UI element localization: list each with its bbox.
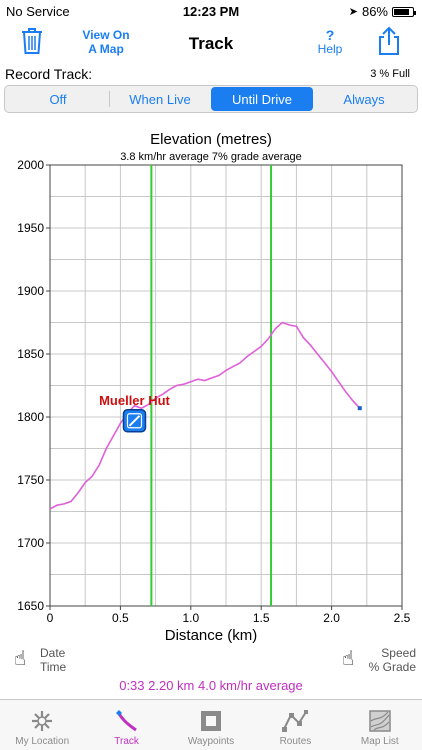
- battery-percent: 86%: [361, 4, 388, 19]
- x-tick-label: 1.5: [253, 611, 270, 625]
- help-label: Help: [317, 42, 343, 56]
- record-off-option[interactable]: Off: [7, 87, 109, 111]
- x-tick-label: 2.0: [323, 611, 340, 625]
- tab-label: Waypoints: [187, 736, 235, 747]
- hand-pointer-icon: ☝: [342, 648, 355, 670]
- tab-waypoints[interactable]: Waypoints: [169, 700, 253, 750]
- record-always-option[interactable]: Always: [313, 87, 415, 111]
- date-time-toggle[interactable]: ☝: [14, 646, 26, 671]
- track-icon: [115, 710, 137, 732]
- gear-icon: [32, 711, 53, 731]
- help-icon: ?: [325, 27, 335, 43]
- route-icon: [282, 710, 309, 732]
- speed-label: Speed: [381, 646, 416, 660]
- share-button[interactable]: [377, 26, 401, 61]
- status-bar: No Service 12:23 PM ➤ 86%: [0, 0, 422, 22]
- y-tick-label: 1750: [17, 473, 44, 487]
- tab-track[interactable]: Track: [84, 700, 168, 750]
- track-end-point: [357, 406, 362, 411]
- tab-label: Map List: [360, 736, 399, 747]
- x-axis-label: Distance (km): [165, 627, 258, 644]
- x-tick-label: 0: [47, 611, 54, 625]
- battery-icon: [392, 6, 416, 17]
- y-tick-label: 1850: [17, 347, 44, 361]
- date-time-toggle-label[interactable]: Date Time: [40, 646, 66, 674]
- nav-bar: View On A Map Track ? Help: [0, 22, 422, 64]
- time-label: Time: [40, 660, 67, 674]
- record-mode-control: Off When Live Until Drive Always: [4, 85, 418, 113]
- x-tick-label: 0.5: [112, 611, 129, 625]
- help-button[interactable]: ? Help: [310, 28, 350, 56]
- y-tick-label: 1700: [17, 536, 44, 550]
- tab-label: Routes: [279, 736, 312, 747]
- y-tick-label: 1950: [17, 221, 44, 235]
- square-icon: [201, 711, 222, 731]
- chart-annotation: Mueller Hut: [99, 393, 170, 408]
- storage-full-label: 3 % Full: [370, 68, 410, 80]
- x-tick-label: 1.0: [182, 611, 199, 625]
- y-tick-label: 1800: [17, 410, 44, 424]
- tab-map-list[interactable]: Map List: [338, 700, 422, 750]
- y-tick-label: 1650: [17, 599, 44, 613]
- tab-my-location[interactable]: My Location: [0, 700, 84, 750]
- chart-title: Elevation (metres): [150, 131, 272, 148]
- speed-grade-toggle[interactable]: ☝: [342, 646, 354, 671]
- map-icon: [369, 710, 391, 732]
- record-track-label: Record Track:: [5, 66, 93, 82]
- record-when-live-option[interactable]: When Live: [109, 87, 211, 111]
- chart-subtitle: 3.8 km/hr average 7% grade average: [120, 151, 302, 163]
- date-label: Date: [40, 646, 66, 660]
- page-title: Track: [188, 34, 234, 53]
- y-tick-label: 1900: [17, 284, 44, 298]
- tab-routes[interactable]: Routes: [253, 700, 337, 750]
- tab-label: My Location: [15, 736, 70, 747]
- speed-grade-toggle-label[interactable]: Speed % Grade: [369, 646, 416, 674]
- grade-label: % Grade: [368, 660, 416, 674]
- y-tick-label: 2000: [17, 158, 44, 172]
- hut-icon[interactable]: [122, 409, 147, 433]
- elevation-chart: Elevation (metres) 3.8 km/hr average 7% …: [0, 120, 422, 645]
- record-until-drive-option[interactable]: Until Drive: [211, 87, 313, 111]
- elevation-chart-svg: Elevation (metres) 3.8 km/hr average 7% …: [17, 131, 411, 644]
- track-summary: 0:33 2.20 km 4.0 km/hr average: [119, 678, 303, 693]
- hand-pointer-icon: ☝: [14, 648, 27, 670]
- x-tick-label: 2.5: [394, 611, 411, 625]
- tab-label: Track: [114, 736, 139, 747]
- share-icon: [379, 26, 399, 55]
- tab-bar: My Location Track Waypoints Routes Map L…: [0, 699, 422, 750]
- location-arrow-icon: ➤: [348, 6, 358, 18]
